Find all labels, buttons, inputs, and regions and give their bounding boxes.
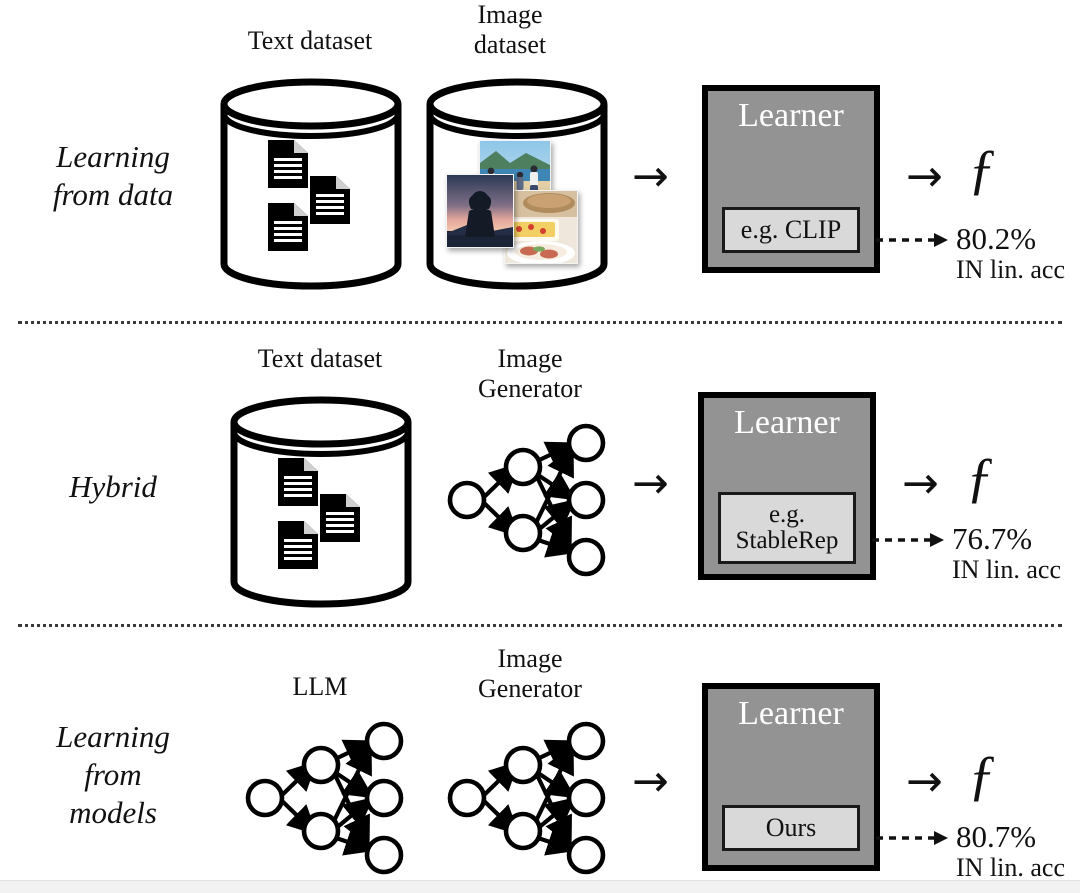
f-glyph: ƒ <box>968 745 996 807</box>
row-divider-2 <box>18 624 1062 627</box>
row-label-learning-from-data: Learning from data <box>8 138 218 214</box>
document-icon-1 <box>268 140 308 188</box>
chip-line-1: e.g. <box>768 500 806 528</box>
food-plate-photo <box>504 190 578 264</box>
row-label-line-1: Learning <box>56 719 170 754</box>
accuracy-leader-row2 <box>872 528 950 552</box>
output-function-symbol-row1: ƒ <box>968 142 996 198</box>
accuracy-caption-row2: IN lin. acc <box>952 555 1062 585</box>
arrow-glyph: → <box>632 756 669 807</box>
caption-text-dataset-row1: Text dataset <box>200 26 420 56</box>
output-function-symbol-row2: ƒ <box>966 450 994 506</box>
caption-line-2: dataset <box>473 29 547 59</box>
row-divider-1 <box>18 321 1062 324</box>
caption-line-2: Generator <box>478 373 582 403</box>
learner-title-row3: Learner <box>738 695 844 732</box>
row-label-hybrid: Hybrid <box>8 468 218 506</box>
accuracy-value-row3: 80.7% <box>956 819 1037 854</box>
accuracy-block-row3: 80.7% IN lin. acc <box>956 819 1066 883</box>
caption-image-generator-row2: Image Generator <box>440 344 620 404</box>
image-generator-network-row3 <box>445 713 615 883</box>
footer-bar <box>0 880 1080 893</box>
arrow-glyph: → <box>902 458 939 509</box>
row-label-line-1: Learning <box>56 139 170 174</box>
caption-text: Text dataset <box>247 26 373 55</box>
caption-text: LLM <box>292 672 348 701</box>
learner-box-row3: Learner Ours <box>702 683 880 871</box>
text-dataset-cylinder-row1 <box>218 78 404 290</box>
caption-line-1: Image <box>497 344 563 373</box>
learner-chip-row2: e.g. StableRep <box>718 492 856 564</box>
arrow-glyph: → <box>632 151 669 202</box>
accuracy-leader-row3 <box>876 826 954 850</box>
document-icon-1 <box>278 458 318 506</box>
document-icon-3 <box>278 521 318 569</box>
arrow-glyph: → <box>906 756 943 807</box>
caption-line-2: Generator <box>478 673 582 703</box>
row-label-line-2: from data <box>52 176 174 212</box>
llm-network-row3 <box>243 713 413 883</box>
learner-box-row1: Learner e.g. CLIP <box>702 85 880 273</box>
image-generator-network-row2 <box>445 415 615 585</box>
input-arrow-row3: → <box>632 760 669 804</box>
accuracy-value-row1: 80.2% <box>956 221 1037 256</box>
row-label-learning-from-models: Learning from models <box>8 718 218 831</box>
caption-line-1: Image <box>497 644 563 673</box>
row-label-line-2: from <box>84 756 142 792</box>
accuracy-caption-row3: IN lin. acc <box>956 853 1066 883</box>
caption-image-dataset-row1: Image dataset <box>410 0 610 60</box>
caption-image-generator-row3: Image Generator <box>440 644 620 704</box>
row-label-line-1: Hybrid <box>69 469 157 504</box>
output-arrow-row1: → <box>906 155 943 199</box>
output-arrow-row3: → <box>906 760 943 804</box>
learner-title-row1: Learner <box>738 97 844 134</box>
accuracy-block-row2: 76.7% IN lin. acc <box>952 521 1062 585</box>
caption-line-1: Image <box>477 0 543 29</box>
row-label-line-3: models <box>69 794 157 830</box>
text-dataset-cylinder-row2 <box>228 396 414 608</box>
accuracy-caption-row1: IN lin. acc <box>956 255 1066 285</box>
document-icon-2 <box>310 176 350 224</box>
learner-chip-row3: Ours <box>722 805 860 851</box>
figure-canvas: Text dataset Image dataset Learning from… <box>0 0 1080 893</box>
input-arrow-row1: → <box>632 155 669 199</box>
sunset-silhouette-photo <box>446 174 514 248</box>
chip-line-1: e.g. CLIP <box>740 215 842 245</box>
learner-title-row2: Learner <box>734 404 840 441</box>
f-glyph: ƒ <box>968 139 996 201</box>
caption-text: Text dataset <box>257 344 383 373</box>
chip-line-2: StableRep <box>735 527 839 554</box>
output-arrow-row2: → <box>902 462 939 506</box>
learner-chip-row1: e.g. CLIP <box>722 207 860 253</box>
output-function-symbol-row3: ƒ <box>968 748 996 804</box>
learner-box-row2: Learner e.g. StableRep <box>698 392 876 580</box>
f-glyph: ƒ <box>966 447 994 509</box>
arrow-glyph: → <box>906 151 943 202</box>
chip-line-1: Ours <box>765 813 817 843</box>
accuracy-leader-row1 <box>876 228 954 252</box>
caption-text-dataset-row2: Text dataset <box>210 344 430 374</box>
document-icon-2 <box>320 494 360 542</box>
input-arrow-row2: → <box>632 462 669 506</box>
accuracy-block-row1: 80.2% IN lin. acc <box>956 221 1066 285</box>
document-icon-3 <box>268 203 308 251</box>
caption-llm-row3: LLM <box>240 672 400 702</box>
accuracy-value-row2: 76.7% <box>952 521 1033 556</box>
arrow-glyph: → <box>632 458 669 509</box>
image-dataset-cylinder-row1 <box>424 78 610 290</box>
